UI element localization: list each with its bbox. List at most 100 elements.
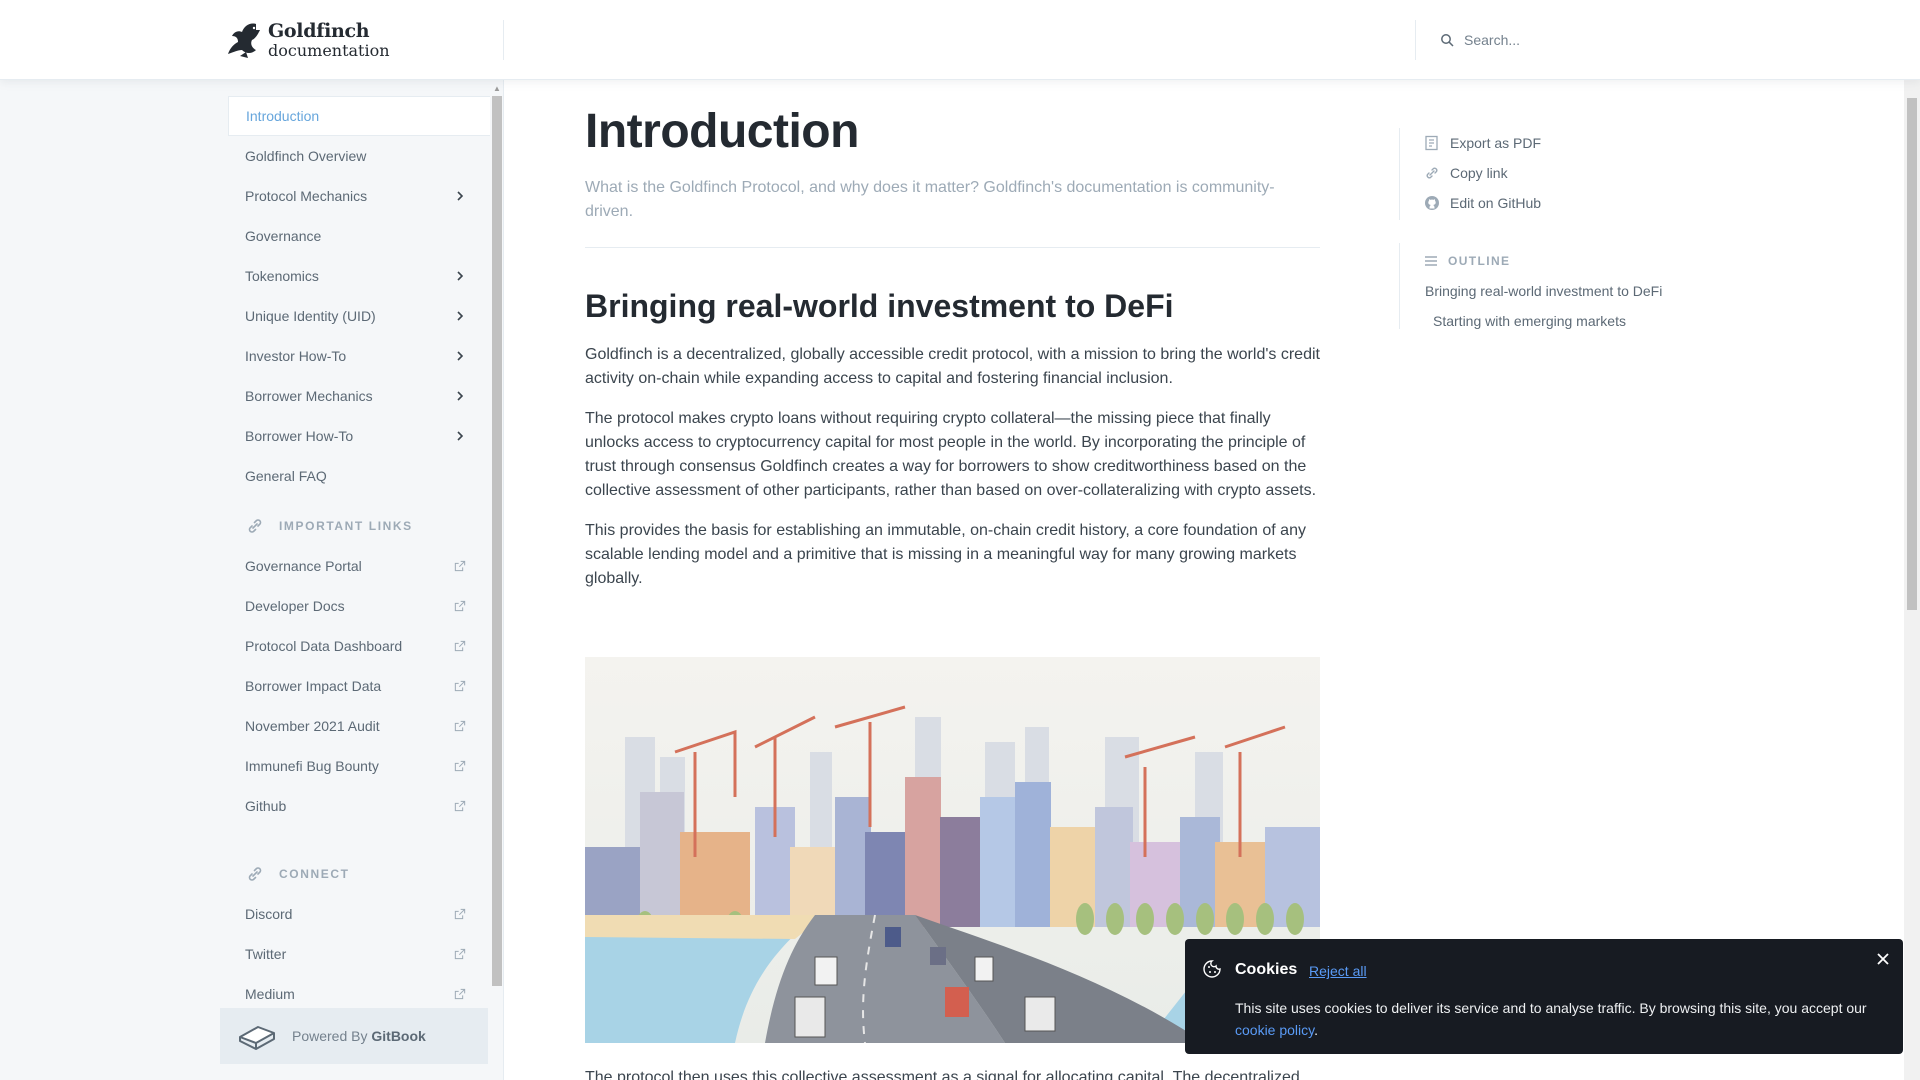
sidebar-link-discord[interactable]: Discord xyxy=(228,894,490,934)
sidebar-item-label: Governance xyxy=(245,228,322,244)
sidebar-item-borrower-mechanics[interactable]: Borrower Mechanics xyxy=(228,376,490,416)
main-content: Introduction What is the Goldfinch Proto… xyxy=(585,80,1320,1080)
reject-all-button[interactable]: Reject all xyxy=(1309,963,1367,979)
sidebar-link-label: November 2021 Audit xyxy=(245,718,380,734)
page-scrollbar-thumb[interactable] xyxy=(1907,98,1917,610)
paragraph-3: This provides the basis for establishing… xyxy=(585,522,1306,587)
external-link-icon xyxy=(454,800,466,812)
sidebar-link-immunefi-bug-bounty[interactable]: Immunefi Bug Bounty xyxy=(228,746,490,786)
sidebar-item-general-faq[interactable]: General FAQ xyxy=(228,456,490,496)
top-header: Goldfinch documentation xyxy=(0,0,1920,80)
sidebar-item-protocol-mechanics[interactable]: Protocol Mechanics xyxy=(228,176,490,216)
logo-title: Goldfinch xyxy=(268,19,370,42)
paragraph-2: The protocol makes crypto loans without … xyxy=(585,410,1317,499)
sidebar-scrollbar[interactable]: ▲ xyxy=(490,82,503,1080)
powered-by-gitbook[interactable]: Powered By GitBook xyxy=(220,1008,488,1064)
sidebar-item-investor-how-to[interactable]: Investor How-To xyxy=(228,336,490,376)
connect-title: CONNECT xyxy=(279,867,350,881)
chevron-right-icon xyxy=(457,351,464,361)
cookie-period: . xyxy=(1314,1022,1319,1038)
cookie-icon xyxy=(1203,960,1221,978)
sidebar-nav: Introduction Goldfinch Overview Protocol M… xyxy=(228,96,490,1080)
external-link-icon xyxy=(454,680,466,692)
chevron-right-icon xyxy=(457,191,464,201)
export-pdf-label: Export as PDF xyxy=(1450,135,1542,151)
sidebar-item-label: Protocol Mechanics xyxy=(245,188,368,204)
sidebar-link-label: Borrower Impact Data xyxy=(245,678,382,694)
search-box[interactable] xyxy=(1430,20,1650,60)
sidebar-item-label: Introduction xyxy=(246,108,320,124)
external-link-icon xyxy=(454,760,466,772)
powered-by-label: Powered By xyxy=(292,1028,368,1044)
sidebar-item-label: General FAQ xyxy=(245,468,327,484)
important-links-title: IMPORTANT LINKS xyxy=(279,519,413,533)
sidebar-item-introduction[interactable]: Introduction xyxy=(228,96,490,136)
pdf-icon xyxy=(1425,135,1438,151)
external-link-icon xyxy=(454,988,466,1000)
sidebar-item-label: Unique Identity (UID) xyxy=(245,308,376,324)
sidebar-item-label: Tokenomics xyxy=(245,268,319,284)
header-divider xyxy=(1415,20,1416,60)
page-scrollbar[interactable] xyxy=(1904,80,1920,1080)
outline-item-bringing-real-world[interactable]: Bringing real-world investment to DeFi xyxy=(1399,276,1699,306)
header-divider xyxy=(503,20,504,60)
external-link-icon xyxy=(454,640,466,652)
external-link-icon xyxy=(454,720,466,732)
github-icon xyxy=(1425,196,1439,210)
scroll-up-arrow-icon[interactable]: ▲ xyxy=(493,84,501,93)
important-links-heading: IMPORTANT LINKS xyxy=(228,506,490,546)
sidebar-scrollbar-thumb[interactable] xyxy=(492,96,502,986)
outline-title: OUTLINE xyxy=(1448,254,1511,268)
edit-on-github-label: Edit on GitHub xyxy=(1450,195,1542,211)
page-aside: Export as PDF Copy link Edit on GitHub O… xyxy=(1399,128,1699,336)
sidebar-item-tokenomics[interactable]: Tokenomics xyxy=(228,256,490,296)
connect-heading: CONNECT xyxy=(228,854,490,894)
sidebar-link-november-2021-audit[interactable]: November 2021 Audit xyxy=(228,706,490,746)
sidebar-link-developer-docs[interactable]: Developer Docs xyxy=(228,586,490,626)
sidebar-link-borrower-impact-data[interactable]: Borrower Impact Data xyxy=(228,666,490,706)
cookie-message: This site uses cookies to deliver its se… xyxy=(1235,997,1885,1041)
chevron-right-icon xyxy=(457,311,464,321)
powered-by-text: Powered By GitBook xyxy=(292,1028,426,1044)
sidebar-link-label: Medium xyxy=(245,986,295,1002)
sidebar-link-label: Governance Portal xyxy=(245,558,362,574)
sidebar-item-label: Investor How-To xyxy=(245,348,347,364)
sidebar-link-label: Protocol Data Dashboard xyxy=(245,638,403,654)
sidebar-link-protocol-data-dashboard[interactable]: Protocol Data Dashboard xyxy=(228,626,490,666)
aside-rule xyxy=(1399,128,1400,220)
sidebar-item-label: Borrower How-To xyxy=(245,428,354,444)
page-description: What is the Goldfinch Protocol, and why … xyxy=(585,179,1275,220)
link-icon xyxy=(248,867,262,881)
sidebar-link-governance-portal[interactable]: Governance Portal xyxy=(228,546,490,586)
page-title: Introduction xyxy=(585,105,859,158)
chevron-right-icon xyxy=(457,391,464,401)
sidebar-link-label: Twitter xyxy=(245,946,287,962)
cookie-text: This site uses cookies to deliver its se… xyxy=(1235,1000,1867,1016)
export-pdf-link[interactable]: Export as PDF xyxy=(1399,128,1699,158)
outline-item-emerging-markets[interactable]: Starting with emerging markets xyxy=(1399,306,1699,336)
title-divider xyxy=(585,247,1320,248)
logo-subtitle: documentation xyxy=(268,40,390,60)
gitbook-icon xyxy=(239,1026,275,1050)
link-icon xyxy=(248,519,262,533)
sidebar-link-github[interactable]: Github xyxy=(228,786,490,826)
external-link-icon xyxy=(454,600,466,612)
close-icon[interactable] xyxy=(1873,949,1893,969)
sidebar-link-label: Developer Docs xyxy=(245,598,345,614)
outline-list-icon xyxy=(1425,256,1437,266)
sidebar-link-twitter[interactable]: Twitter xyxy=(228,934,490,974)
sidebar-item-label: Goldfinch Overview xyxy=(245,148,367,164)
edit-on-github-link[interactable]: Edit on GitHub xyxy=(1399,188,1699,218)
goldfinch-logo[interactable]: Goldfinch documentation xyxy=(226,18,390,62)
search-input[interactable] xyxy=(1464,32,1644,48)
sidebar-item-unique-identity-uid[interactable]: Unique Identity (UID) xyxy=(228,296,490,336)
cookie-policy-link[interactable]: cookie policy xyxy=(1235,1022,1314,1038)
gitbook-label: GitBook xyxy=(371,1028,426,1044)
sidebar-item-governance[interactable]: Governance xyxy=(228,216,490,256)
connect-links-list: Discord Twitter Medium xyxy=(228,894,490,1014)
sidebar-item-borrower-how-to[interactable]: Borrower How-To xyxy=(228,416,490,456)
copy-link-label: Copy link xyxy=(1450,165,1508,181)
copy-link-button[interactable]: Copy link xyxy=(1399,158,1699,188)
cookie-title: Cookies xyxy=(1235,961,1298,978)
sidebar-item-goldfinch-overview[interactable]: Goldfinch Overview xyxy=(228,136,490,176)
